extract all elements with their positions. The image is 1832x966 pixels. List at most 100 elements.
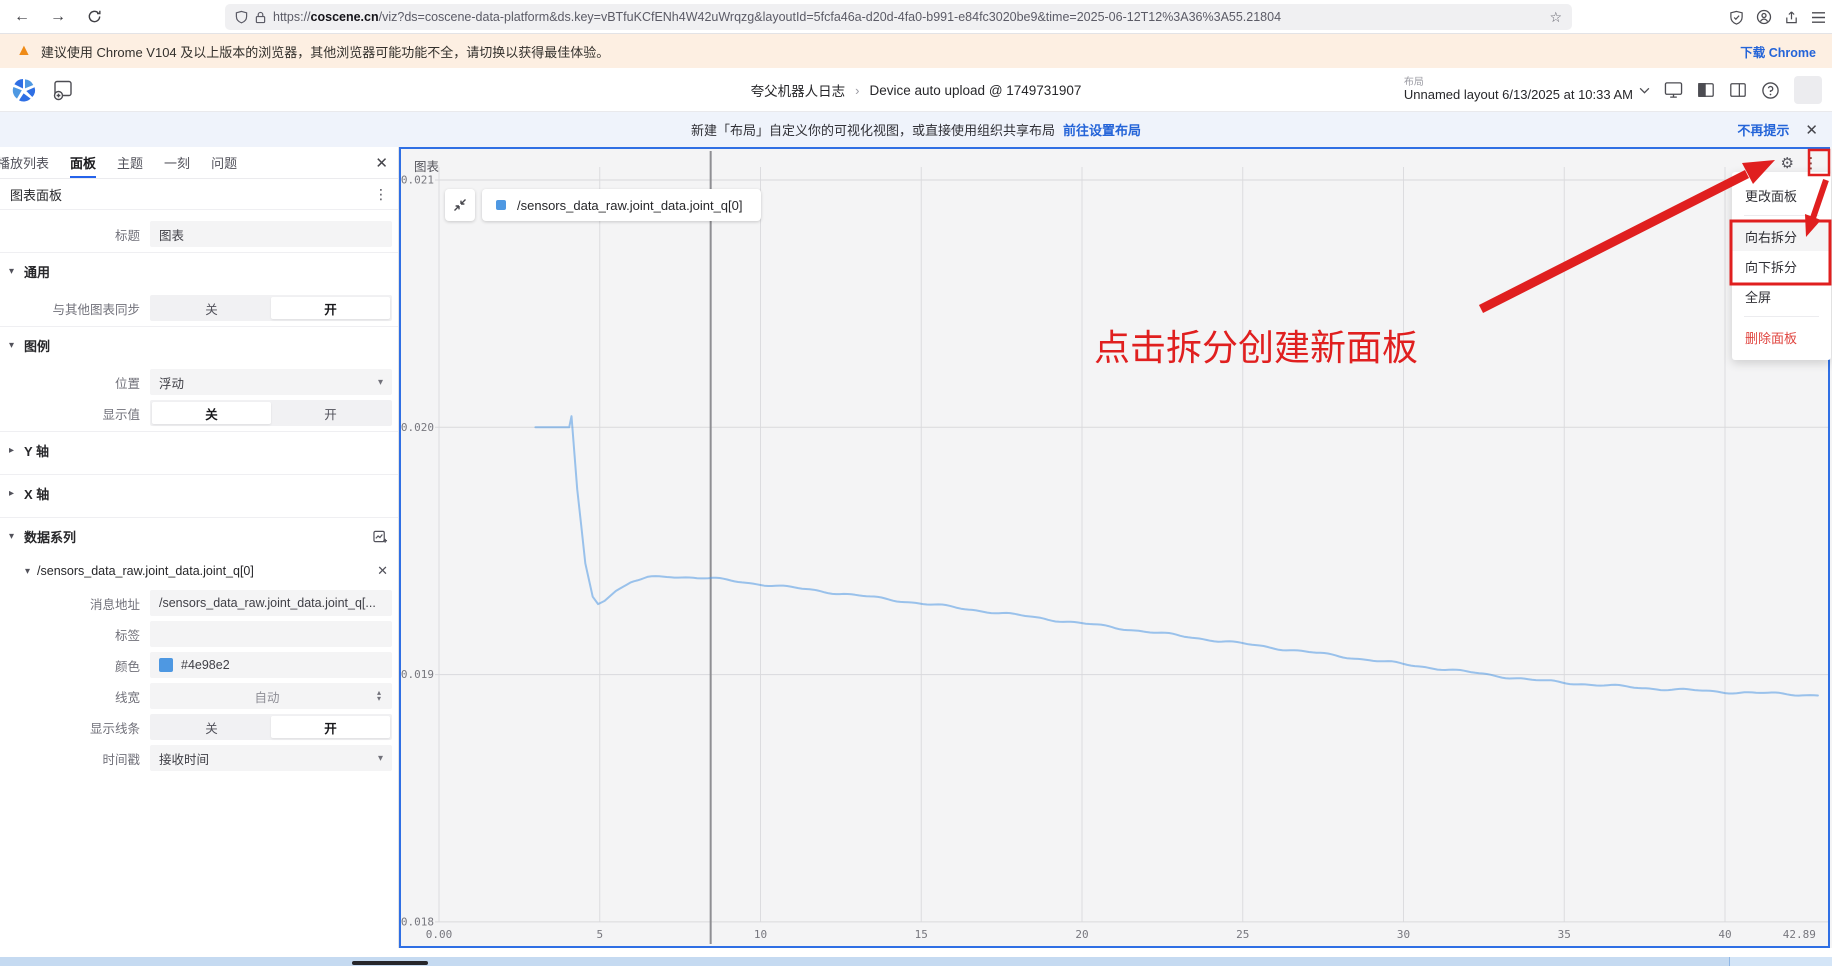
goto-layout-settings-link[interactable]: 前往设置布局 <box>1063 120 1141 139</box>
close-hint-icon[interactable]: ✕ <box>1805 121 1818 139</box>
show-line-label: 显示线条 <box>0 718 150 737</box>
chart-legend[interactable]: /sensors_data_raw.joint_data.joint_q[0] <box>482 189 761 221</box>
dismiss-hint-link[interactable]: 不再提示 <box>1737 120 1789 139</box>
section-y-axis[interactable]: ▸ Y 轴 <box>0 431 398 469</box>
caret-down-icon: ▾ <box>9 531 17 542</box>
playback-buffer-segment <box>1729 957 1832 966</box>
svg-text:5: 5 <box>596 928 603 941</box>
menu-item-fullscreen[interactable]: 全屏 <box>1732 281 1831 311</box>
svg-text:0.019: 0.019 <box>401 668 434 681</box>
breadcrumb-project[interactable]: 夸父机器人日志 <box>751 80 846 100</box>
series-item-header[interactable]: ▾ /sensors_data_raw.joint_data.joint_q[0… <box>0 555 398 585</box>
show-values-on-option[interactable]: 开 <box>271 402 390 424</box>
shield-icon[interactable] <box>235 10 248 24</box>
svg-text:0.021: 0.021 <box>401 174 434 187</box>
collapse-icon <box>453 198 467 212</box>
show-line-on-option[interactable]: 开 <box>271 716 390 738</box>
bookmark-star-icon[interactable]: ☆ <box>1549 9 1562 26</box>
tab-panel[interactable]: 面板 <box>70 147 96 178</box>
tab-playlist[interactable]: 播放列表 <box>0 147 49 178</box>
forward-button[interactable]: → <box>44 4 72 30</box>
panel-settings-title: 图表面板 <box>10 185 62 204</box>
sync-off-option[interactable]: 关 <box>152 297 271 319</box>
panel-settings-kebab-icon[interactable]: ⋮ <box>374 186 388 203</box>
menu-item-change-panel[interactable]: 更改面板 <box>1732 180 1831 210</box>
svg-text:25: 25 <box>1236 928 1249 941</box>
svg-text:0.020: 0.020 <box>401 421 434 434</box>
stepper-arrows-icon[interactable]: ▴▾ <box>375 690 383 702</box>
remove-series-icon[interactable]: ✕ <box>377 563 388 579</box>
line-chart[interactable]: 0.0210.0200.0190.0180.005101520253035404… <box>401 149 1828 946</box>
show-values-off-option[interactable]: 关 <box>152 402 271 424</box>
chevron-down-icon <box>1639 87 1650 94</box>
svg-text:40: 40 <box>1718 928 1731 941</box>
tab-moment[interactable]: 一刻 <box>164 147 190 178</box>
tag-field-label: 标签 <box>0 625 150 644</box>
chart-panel[interactable]: 0.0210.0200.0190.0180.005101520253035404… <box>399 147 1830 948</box>
layout-hint-text: 新建「布局」自定义你的可视化视图，或直接使用组织共享布局 <box>691 120 1055 139</box>
sync-toggle[interactable]: 关 开 <box>150 295 392 321</box>
close-sidebar-icon[interactable]: ✕ <box>375 154 388 172</box>
menu-icon[interactable] <box>1811 11 1826 24</box>
caret-right-icon: ▸ <box>9 488 17 499</box>
url-bar[interactable]: https://coscene.cn/viz?ds=coscene-data-p… <box>225 4 1572 30</box>
tag-input[interactable] <box>150 621 392 647</box>
line-width-stepper[interactable]: 自动 ▴▾ <box>150 683 392 709</box>
menu-item-split-down[interactable]: 向下拆分 <box>1732 251 1831 281</box>
playback-progress-bar[interactable] <box>0 957 1832 966</box>
breadcrumb-record[interactable]: Device auto upload @ 1749731907 <box>869 83 1081 98</box>
browser-toolbar: ← → https://coscene.cn/viz?ds=coscene-da… <box>0 0 1832 34</box>
download-chrome-link[interactable]: 下载 Chrome <box>1740 42 1816 61</box>
svg-text:15: 15 <box>915 928 928 941</box>
collapse-legend-button[interactable] <box>445 189 475 221</box>
color-input[interactable]: #4e98e2 <box>150 652 392 678</box>
menu-item-delete-panel[interactable]: 删除面板 <box>1732 322 1831 352</box>
section-general[interactable]: ▾ 通用 <box>0 252 398 290</box>
share-icon[interactable] <box>1784 10 1799 25</box>
browser-warning-banner: ▲ 建议使用 Chrome V104 及以上版本的浏览器，其他浏览器可能功能不全… <box>0 34 1832 68</box>
chart-panel-title: 图表 <box>414 156 439 175</box>
help-icon[interactable] <box>1761 81 1780 100</box>
panel-menu-kebab-icon[interactable]: ⋮ <box>1802 154 1820 172</box>
protection-shield-icon[interactable] <box>1729 10 1744 25</box>
right-sidebar-toggle-icon[interactable] <box>1729 81 1747 99</box>
menu-item-split-right[interactable]: 向右拆分 <box>1732 221 1831 251</box>
show-line-off-option[interactable]: 关 <box>152 716 271 738</box>
section-legend[interactable]: ▾ 图例 <box>0 326 398 364</box>
layout-value: Unnamed layout 6/13/2025 at 10:33 AM <box>1404 88 1633 103</box>
legend-position-select[interactable]: 浮动 ▾ <box>150 369 392 395</box>
svg-text:10: 10 <box>754 928 767 941</box>
timestamp-field-label: 时间戳 <box>0 749 150 768</box>
lock-icon[interactable] <box>255 11 266 24</box>
sync-on-option[interactable]: 开 <box>271 297 390 319</box>
settings-sidebar: 播放列表 面板 主题 一刻 问题 ✕ 图表面板 ⋮ 标题 图表 ▾ 通用 与其他… <box>0 147 399 948</box>
reload-button[interactable] <box>80 4 108 30</box>
account-icon[interactable] <box>1756 9 1772 25</box>
screen-share-icon[interactable] <box>1664 81 1683 99</box>
topic-input[interactable]: /sensors_data_raw.joint_data.joint_q[... <box>150 590 392 616</box>
timestamp-select[interactable]: 接收时间 ▾ <box>150 745 392 771</box>
svg-text:42.89: 42.89 <box>1783 928 1816 941</box>
layout-selector[interactable]: 布局 Unnamed layout 6/13/2025 at 10:33 AM <box>1404 77 1650 103</box>
warning-icon: ▲ <box>16 42 32 60</box>
line-width-label: 线宽 <box>0 687 150 706</box>
back-button[interactable]: ← <box>8 4 36 30</box>
add-series-icon[interactable] <box>373 530 388 544</box>
color-swatch[interactable] <box>159 658 173 672</box>
title-input[interactable]: 图表 <box>150 221 392 247</box>
show-line-toggle[interactable]: 关 开 <box>150 714 392 740</box>
caret-down-icon: ▾ <box>25 566 30 577</box>
show-values-label: 显示值 <box>0 404 150 423</box>
section-x-axis[interactable]: ▸ X 轴 <box>0 474 398 512</box>
left-sidebar-toggle-icon[interactable] <box>1697 81 1715 99</box>
panel-settings-gear-icon[interactable]: ⚙ <box>1781 154 1794 172</box>
svg-text:35: 35 <box>1558 928 1571 941</box>
bottom-gap <box>0 948 1832 957</box>
avatar[interactable] <box>1794 76 1822 104</box>
app-header: 夸父机器人日志 › Device auto upload @ 174973190… <box>0 68 1832 112</box>
show-values-toggle[interactable]: 关 开 <box>150 400 392 426</box>
section-series[interactable]: ▾ 数据系列 <box>0 517 398 555</box>
tab-theme[interactable]: 主题 <box>117 147 143 178</box>
tab-issue[interactable]: 问题 <box>211 147 237 178</box>
scrollbar-thumb[interactable] <box>352 961 428 965</box>
